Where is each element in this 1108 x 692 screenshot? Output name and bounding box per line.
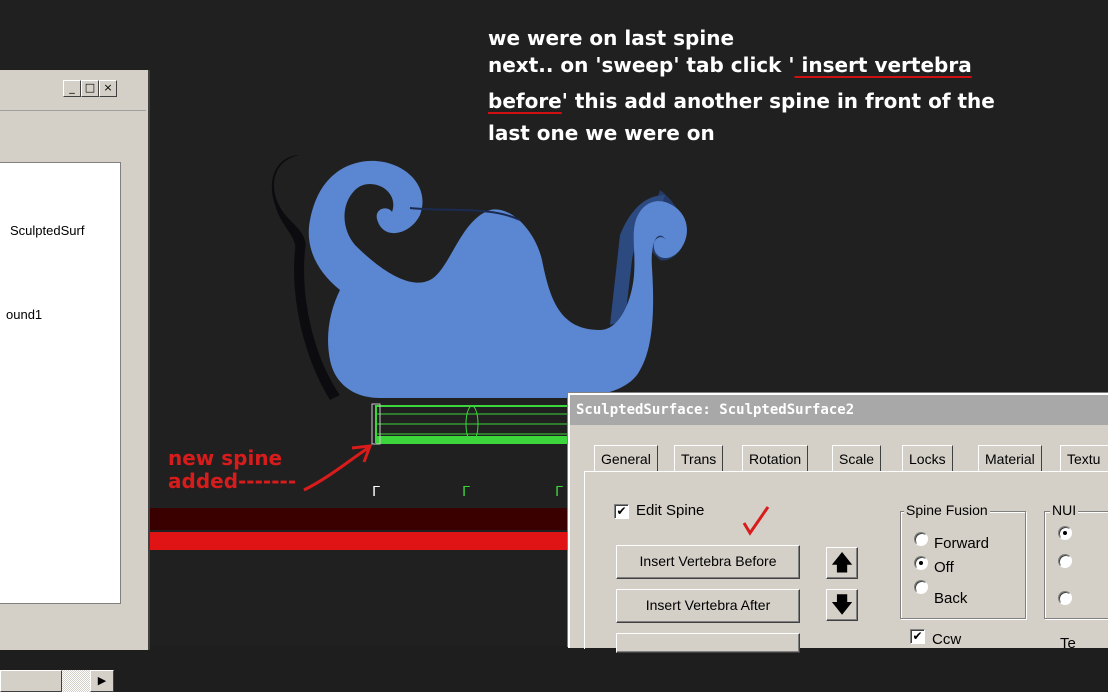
tab-scale[interactable]: Scale <box>832 445 882 471</box>
outliner-window[interactable]: _ □ × SculptedSurf ound1 ▶ <box>0 70 150 692</box>
nurbs-radio-1[interactable] <box>1058 526 1072 540</box>
new-spine-note-line-1: new spine <box>168 446 283 470</box>
list-item[interactable]: ound1 <box>6 307 42 322</box>
nurbs-radio-2[interactable] <box>1058 554 1072 568</box>
spine-fusion-back-label: Back <box>934 590 968 607</box>
tab-trans[interactable]: Trans <box>674 445 724 471</box>
annotation-line-3-rest: ' this add another spine in front of the <box>561 89 995 113</box>
annotation-line-4: last one we were on <box>488 121 715 145</box>
annotation-insert-vertebra: insert vertebra <box>794 53 972 77</box>
tab-locks[interactable]: Locks <box>902 445 953 471</box>
dialog-button-partial[interactable] <box>616 633 800 653</box>
tab-texture[interactable]: Textu <box>1060 445 1108 471</box>
spine-wireframe[interactable] <box>368 398 573 450</box>
vertebra-marker[interactable]: ᒥ <box>462 484 470 500</box>
move-up-icon[interactable]: 🡅 <box>826 547 858 579</box>
tab-general[interactable]: General <box>594 445 658 471</box>
edit-spine-checkbox[interactable]: ✔ <box>614 504 629 519</box>
annotation-line-1: we were on last spine <box>488 26 735 50</box>
nurbs-group-title: NUI <box>1050 502 1079 518</box>
close-icon[interactable]: × <box>99 80 117 97</box>
scrollbar-track[interactable] <box>62 670 90 692</box>
edit-spine-label: Edit Spine <box>636 502 705 519</box>
spine-fusion-forward-radio[interactable] <box>914 532 928 546</box>
new-spine-note-line-2: added------- <box>168 469 297 493</box>
partial-label: Te <box>1060 635 1076 652</box>
ccw-checkbox[interactable]: ✔ <box>910 629 925 644</box>
window-titlebar[interactable]: _ □ × <box>0 70 146 111</box>
nurbs-radio-3[interactable] <box>1058 591 1072 605</box>
annotation-line-2: next.. on 'sweep' tab click ' insert ver… <box>488 53 972 78</box>
spine-fusion-forward-label: Forward <box>934 535 990 552</box>
annotation-line-3: before' this add another spine in front … <box>488 89 995 114</box>
vertebra-marker[interactable]: ᒥ <box>555 484 563 500</box>
nurbs-group <box>1044 511 1108 619</box>
dialog-title[interactable]: SculptedSurface: SculptedSurface2 <box>570 395 1108 425</box>
spine-fusion-off-radio[interactable] <box>914 556 928 570</box>
move-down-icon[interactable]: 🡇 <box>826 589 858 621</box>
red-check-mark-icon <box>742 506 770 536</box>
scrollbar-thumb[interactable] <box>0 670 62 692</box>
annotation-line-2-prefix: next.. on 'sweep' tab click ' <box>488 53 795 77</box>
scroll-right-icon[interactable]: ▶ <box>90 670 114 692</box>
annotation-before: before <box>488 89 562 113</box>
spine-fusion-title: Spine Fusion <box>904 502 990 518</box>
ccw-label: Ccw <box>932 631 962 648</box>
spine-fusion-back-radio[interactable] <box>914 580 928 594</box>
maximize-icon[interactable]: □ <box>81 80 99 97</box>
list-item[interactable]: SculptedSurf <box>10 223 84 238</box>
red-arrow-icon <box>303 444 373 492</box>
sculpted-surface-dialog[interactable]: SculptedSurface: SculptedSurface2 Genera… <box>568 393 1108 653</box>
insert-vertebra-before-button[interactable]: Insert Vertebra Before <box>616 545 800 579</box>
horizontal-scrollbar[interactable]: ▶ <box>0 670 128 692</box>
minimize-icon[interactable]: _ <box>63 80 81 97</box>
insert-vertebra-after-button[interactable]: Insert Vertebra After <box>616 589 800 623</box>
spine-fusion-off-label: Off <box>934 559 954 576</box>
tab-material[interactable]: Material <box>978 445 1042 471</box>
tab-rotation[interactable]: Rotation <box>742 445 809 471</box>
object-list[interactable]: SculptedSurf ound1 <box>0 162 121 604</box>
